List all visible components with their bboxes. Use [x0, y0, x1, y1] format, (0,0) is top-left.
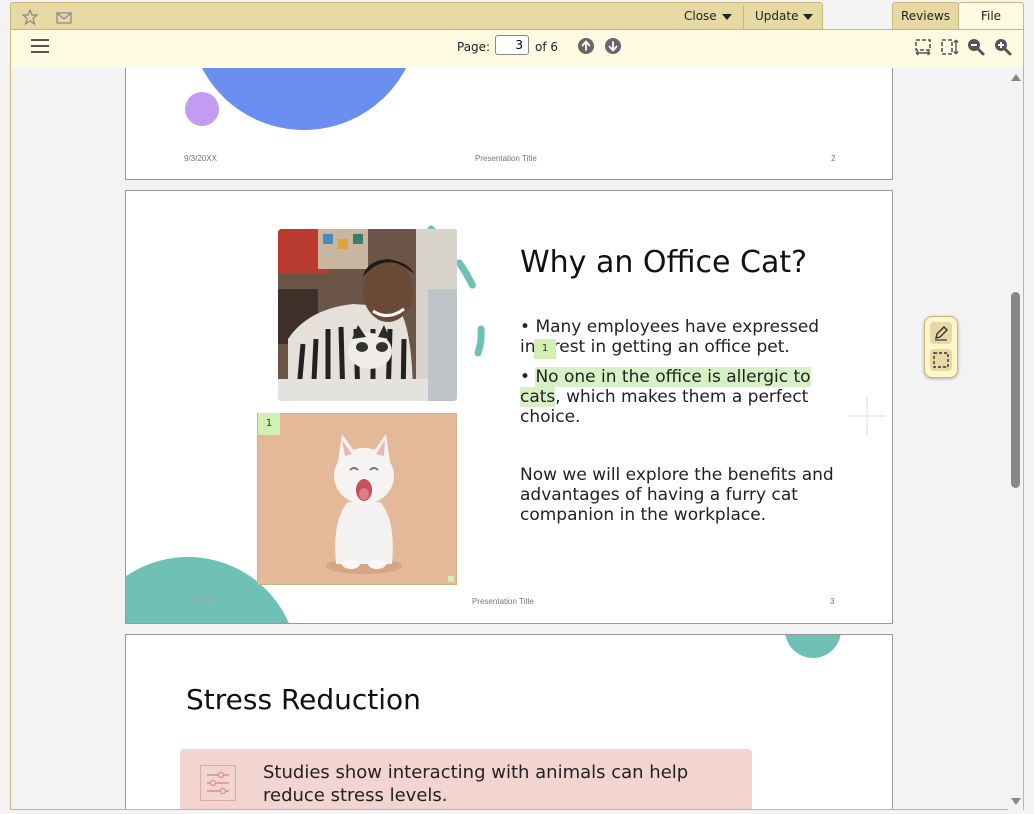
- tab-file[interactable]: File: [958, 2, 1024, 31]
- slide-footer-date: 9/3/20XX: [184, 154, 217, 163]
- area-select-icon[interactable]: [930, 349, 952, 371]
- bullet-item-1: • Many employees have expressed interest…: [520, 317, 820, 357]
- slide-footer-page-number: 2: [831, 154, 836, 163]
- close-menu-label: Close: [684, 9, 717, 23]
- vertical-scrollbar[interactable]: [1008, 68, 1024, 810]
- tab-reviews[interactable]: Reviews: [892, 2, 959, 30]
- tab-file-label: File: [980, 9, 1002, 23]
- page-label: Page:: [457, 40, 491, 54]
- tab-bar: Close Update Reviews File: [0, 0, 1034, 31]
- toolbar: Page: of 6: [10, 29, 1024, 69]
- photo-white-kitten: [257, 413, 457, 585]
- photo-man-with-cat: [278, 229, 457, 401]
- bullet-item-2: • No one in the office is allergic to ca…: [520, 367, 811, 427]
- slide-footer-title: Presentation Title: [475, 154, 537, 163]
- scroll-up-arrow-icon[interactable]: [1011, 74, 1021, 81]
- zoom-in-icon[interactable]: [993, 37, 1013, 57]
- scrollbar-thumb[interactable]: [1011, 292, 1020, 488]
- close-menu-button[interactable]: Close: [684, 6, 732, 26]
- callout-box: Studies show interacting with animals ca…: [180, 749, 752, 809]
- update-menu-button[interactable]: Update: [755, 6, 814, 26]
- callout-text: Studies show interacting with animals ca…: [263, 762, 689, 806]
- slide-title: Stress Reduction: [186, 683, 421, 716]
- chevron-down-icon: [721, 13, 732, 20]
- slide-footer-title: Presentation Title: [472, 597, 534, 606]
- scroll-down-arrow-icon[interactable]: [1011, 798, 1021, 805]
- zoom-out-icon[interactable]: [966, 37, 986, 57]
- slide-page-2: 9/3/20XX Presentation Title 2: [125, 68, 893, 180]
- slide-footer-page-number: 3: [830, 597, 835, 606]
- annotation-tools-panel: [924, 316, 958, 378]
- previous-page-button[interactable]: [578, 38, 594, 54]
- star-icon[interactable]: [21, 8, 39, 26]
- tab-reviews-label: Reviews: [900, 9, 951, 23]
- pencil-icon[interactable]: [930, 322, 952, 344]
- pdf-viewer-app: Close Update Reviews File Page: of 6: [0, 0, 1034, 814]
- update-menu-label: Update: [755, 9, 799, 23]
- arrow-down-icon: [608, 41, 618, 52]
- slide-footer-date: 9/3/20XX: [184, 597, 217, 606]
- annotation-marker-text[interactable]: 1: [534, 339, 556, 359]
- divider: [743, 5, 744, 29]
- chevron-down-icon: [803, 13, 814, 20]
- bullet-1-line-a: Many employees have expressed: [535, 317, 820, 337]
- slide-2-decoration: [185, 68, 407, 130]
- annotation-marker-image[interactable]: 1: [258, 413, 280, 435]
- slide-page-4: Stress Reduction Studies show interactin…: [125, 634, 893, 809]
- resize-handle[interactable]: [448, 576, 454, 582]
- fit-page-icon[interactable]: [940, 37, 960, 57]
- bullet-1-line-b: interest in getting an office pet.: [520, 337, 790, 357]
- document-viewport[interactable]: 9/3/20XX Presentation Title 2 1 Why an O…: [10, 68, 1008, 810]
- next-page-button[interactable]: [605, 38, 621, 54]
- slide-page-3: 1 Why an Office Cat? • Many employees ha…: [125, 190, 893, 624]
- page-count-label: of 6: [535, 40, 559, 54]
- bullet-2-rest: , which makes them a perfect choice.: [520, 387, 809, 427]
- envelope-icon[interactable]: [55, 8, 73, 26]
- document-tab-strip: Close Update: [10, 2, 823, 29]
- slide-title: Why an Office Cat?: [520, 245, 808, 280]
- hamburger-menu-icon[interactable]: [31, 39, 49, 55]
- page-number-input[interactable]: [495, 35, 529, 55]
- fit-width-icon[interactable]: [913, 37, 933, 57]
- body-paragraph: Now we will explore the benefits and adv…: [520, 465, 834, 525]
- arrow-up-icon: [581, 40, 591, 51]
- sliders-icon: [200, 765, 236, 801]
